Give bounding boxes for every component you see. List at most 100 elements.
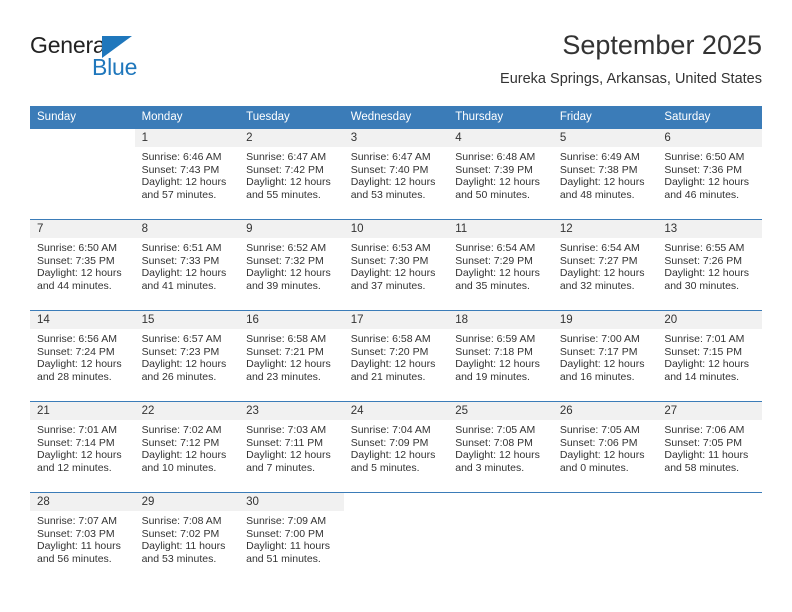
day-cell[interactable]: 6 Sunrise: 6:50 AM Sunset: 7:36 PM Dayli… [657, 129, 762, 219]
sunset-text: Sunset: 7:08 PM [455, 436, 533, 449]
day-cell[interactable]: 8 Sunrise: 6:51 AM Sunset: 7:33 PM Dayli… [134, 220, 240, 310]
daylight-text-line1: Daylight: 12 hours [559, 267, 645, 280]
day-number: 8 [134, 220, 240, 238]
sunrise-text: Sunrise: 6:49 AM [559, 151, 640, 163]
sunset-text: Sunset: 7:36 PM [664, 163, 743, 176]
day-cell[interactable]: 2 Sunrise: 6:47 AM Sunset: 7:42 PM Dayli… [239, 129, 344, 219]
day-details [344, 511, 449, 515]
sunset-text: Sunset: 7:02 PM [141, 527, 220, 540]
day-cell[interactable] [657, 493, 762, 583]
day-details: Sunrise: 7:00 AM Sunset: 7:17 PM Dayligh… [553, 329, 658, 383]
daylight-text-line2: and 26 minutes. [141, 370, 217, 383]
sunset-text: Sunset: 7:11 PM [246, 436, 323, 449]
sunrise-text: Sunrise: 6:47 AM [246, 151, 327, 163]
day-details: Sunrise: 7:08 AM Sunset: 7:02 PM Dayligh… [135, 511, 240, 565]
day-cell[interactable]: 15 Sunrise: 6:57 AM Sunset: 7:23 PM Dayl… [134, 311, 240, 401]
daylight-text-line1: Daylight: 12 hours [664, 267, 750, 280]
day-cell[interactable]: 30 Sunrise: 7:09 AM Sunset: 7:00 PM Dayl… [239, 493, 344, 583]
day-cell[interactable]: 13 Sunrise: 6:55 AM Sunset: 7:26 PM Dayl… [657, 220, 762, 310]
day-cell[interactable]: 4 Sunrise: 6:48 AM Sunset: 7:39 PM Dayli… [448, 129, 553, 219]
day-details: Sunrise: 7:05 AM Sunset: 7:06 PM Dayligh… [553, 420, 658, 474]
weekday-header-friday: Friday [552, 106, 658, 129]
day-cell[interactable]: 18 Sunrise: 6:59 AM Sunset: 7:18 PM Dayl… [448, 311, 553, 401]
day-cell[interactable]: 3 Sunrise: 6:47 AM Sunset: 7:40 PM Dayli… [343, 129, 449, 219]
daylight-text-line1: Daylight: 12 hours [350, 176, 436, 189]
sunset-text: Sunset: 7:32 PM [246, 254, 324, 267]
day-cell[interactable]: 17 Sunrise: 6:58 AM Sunset: 7:20 PM Dayl… [343, 311, 449, 401]
day-cell[interactable]: 5 Sunrise: 6:49 AM Sunset: 7:38 PM Dayli… [552, 129, 658, 219]
sunrise-text: Sunrise: 7:09 AM [246, 515, 327, 527]
day-cell[interactable] [552, 493, 658, 583]
daylight-text-line1: Daylight: 12 hours [559, 176, 645, 189]
daylight-text-line1: Daylight: 12 hours [350, 449, 436, 462]
daylight-text-line2: and 28 minutes. [37, 370, 112, 383]
day-cell[interactable]: 7 Sunrise: 6:50 AM Sunset: 7:35 PM Dayli… [30, 220, 135, 310]
weekday-header-sunday: Sunday [30, 106, 135, 129]
day-details: Sunrise: 6:49 AM Sunset: 7:38 PM Dayligh… [553, 147, 658, 201]
day-details: Sunrise: 6:47 AM Sunset: 7:40 PM Dayligh… [344, 147, 449, 201]
day-details [657, 511, 762, 515]
daylight-text-line2: and 12 minutes. [37, 461, 112, 474]
day-number: 1 [134, 129, 240, 147]
day-cell[interactable]: 25 Sunrise: 7:05 AM Sunset: 7:08 PM Dayl… [448, 402, 553, 492]
day-cell[interactable]: 14 Sunrise: 6:56 AM Sunset: 7:24 PM Dayl… [30, 311, 135, 401]
sunset-text: Sunset: 7:17 PM [559, 345, 638, 358]
day-details: Sunrise: 6:58 AM Sunset: 7:20 PM Dayligh… [344, 329, 449, 383]
day-number: 2 [239, 129, 344, 147]
daylight-text-line1: Daylight: 12 hours [246, 358, 331, 371]
day-details: Sunrise: 6:48 AM Sunset: 7:39 PM Dayligh… [448, 147, 553, 201]
calendar-week-row: 1 Sunrise: 6:46 AM Sunset: 7:43 PM Dayli… [30, 128, 762, 220]
day-number: 3 [343, 129, 449, 147]
day-cell[interactable]: 12 Sunrise: 6:54 AM Sunset: 7:27 PM Dayl… [552, 220, 658, 310]
day-number: 7 [30, 220, 135, 238]
daylight-text-line1: Daylight: 12 hours [455, 358, 540, 371]
title-block: September 2025 Eureka Springs, Arkansas,… [500, 28, 762, 90]
day-number [657, 493, 762, 511]
sunrise-text: Sunrise: 6:54 AM [455, 242, 536, 254]
daylight-text-line1: Daylight: 12 hours [559, 449, 645, 462]
sunset-text: Sunset: 7:42 PM [246, 163, 324, 176]
day-cell[interactable]: 16 Sunrise: 6:58 AM Sunset: 7:21 PM Dayl… [239, 311, 344, 401]
calendar-header-row: Sunday Monday Tuesday Wednesday Thursday… [30, 106, 762, 129]
day-cell[interactable]: 10 Sunrise: 6:53 AM Sunset: 7:30 PM Dayl… [343, 220, 449, 310]
sunset-text: Sunset: 7:24 PM [37, 345, 115, 358]
day-cell[interactable]: 23 Sunrise: 7:03 AM Sunset: 7:11 PM Dayl… [239, 402, 344, 492]
day-details: Sunrise: 6:52 AM Sunset: 7:32 PM Dayligh… [239, 238, 344, 292]
day-cell[interactable] [448, 493, 553, 583]
day-number: 18 [448, 311, 553, 329]
day-cell[interactable]: 20 Sunrise: 7:01 AM Sunset: 7:15 PM Dayl… [657, 311, 762, 401]
daylight-text-line2: and 21 minutes. [350, 370, 426, 383]
day-cell[interactable]: 19 Sunrise: 7:00 AM Sunset: 7:17 PM Dayl… [552, 311, 658, 401]
day-cell[interactable]: 1 Sunrise: 6:46 AM Sunset: 7:43 PM Dayli… [134, 129, 240, 219]
day-cell[interactable] [30, 129, 135, 219]
sunset-text: Sunset: 7:29 PM [455, 254, 533, 267]
day-cell[interactable]: 29 Sunrise: 7:08 AM Sunset: 7:02 PM Dayl… [134, 493, 240, 583]
day-cell[interactable]: 26 Sunrise: 7:05 AM Sunset: 7:06 PM Dayl… [552, 402, 658, 492]
weekday-header-tuesday: Tuesday [239, 106, 344, 129]
calendar-grid: Sunday Monday Tuesday Wednesday Thursday… [30, 106, 762, 583]
sunset-text: Sunset: 7:09 PM [350, 436, 429, 449]
day-details: Sunrise: 6:56 AM Sunset: 7:24 PM Dayligh… [30, 329, 135, 383]
sunrise-text: Sunrise: 6:47 AM [350, 151, 431, 163]
sunrise-text: Sunrise: 7:06 AM [664, 424, 745, 436]
sunrise-text: Sunrise: 7:02 AM [141, 424, 222, 436]
daylight-text-line2: and 37 minutes. [350, 279, 426, 292]
sunrise-text: Sunrise: 7:00 AM [559, 333, 640, 345]
page-subtitle: Eureka Springs, Arkansas, United States [500, 71, 762, 87]
day-cell[interactable] [343, 493, 449, 583]
daylight-text-line2: and 10 minutes. [141, 461, 217, 474]
sunrise-text: Sunrise: 6:57 AM [141, 333, 222, 345]
daylight-text-line2: and 55 minutes. [246, 188, 321, 201]
day-cell[interactable]: 21 Sunrise: 7:01 AM Sunset: 7:14 PM Dayl… [30, 402, 135, 492]
daylight-text-line1: Daylight: 12 hours [37, 267, 122, 280]
day-cell[interactable]: 24 Sunrise: 7:04 AM Sunset: 7:09 PM Dayl… [343, 402, 449, 492]
daylight-text-line1: Daylight: 12 hours [246, 267, 331, 280]
day-cell[interactable]: 28 Sunrise: 7:07 AM Sunset: 7:03 PM Dayl… [30, 493, 135, 583]
day-details: Sunrise: 7:01 AM Sunset: 7:14 PM Dayligh… [30, 420, 135, 474]
day-cell[interactable]: 27 Sunrise: 7:06 AM Sunset: 7:05 PM Dayl… [657, 402, 762, 492]
day-cell[interactable]: 9 Sunrise: 6:52 AM Sunset: 7:32 PM Dayli… [239, 220, 344, 310]
day-cell[interactable]: 11 Sunrise: 6:54 AM Sunset: 7:29 PM Dayl… [448, 220, 553, 310]
day-cell[interactable]: 22 Sunrise: 7:02 AM Sunset: 7:12 PM Dayl… [134, 402, 240, 492]
daylight-text-line2: and 57 minutes. [141, 188, 217, 201]
day-details: Sunrise: 6:58 AM Sunset: 7:21 PM Dayligh… [239, 329, 344, 383]
